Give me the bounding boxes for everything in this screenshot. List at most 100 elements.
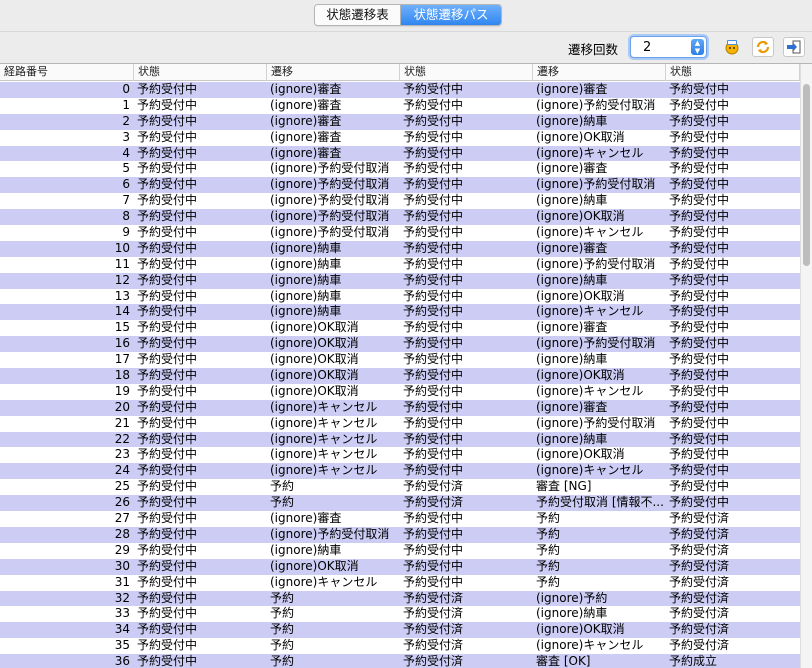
stepper-arrows-icon[interactable]: ▲ ▼: [691, 39, 704, 55]
table-row[interactable]: 12 予約受付中 (ignore)納車 予約受付中 (ignore)納車 予約受付中: [0, 272, 800, 289]
path-number-cell: 19: [114, 383, 130, 398]
path-number-cell: 14: [114, 304, 130, 319]
table-row[interactable]: 19 予約受付中 (ignore)OK取消 予約受付中 (ignore)キャンセル 予約受…: [0, 384, 800, 400]
table-row[interactable]: 6 予約受付中 (ignore)予約受付取消 予約受付中 (ignore)予約受付取消予…: [0, 177, 800, 194]
column-header-state-3[interactable]: 状態: [666, 64, 800, 81]
table-row[interactable]: 29 予約受付中 (ignore)納車 予約受付中 予約 予約受付済: [0, 543, 800, 559]
transition-cell: (ignore)審査: [270, 511, 342, 526]
state-cell: 予約受付中: [403, 272, 464, 287]
transition-cell: (ignore)予約受付取消: [536, 415, 656, 430]
state-cell: 予約受付済: [403, 590, 464, 605]
column-header-transition-2[interactable]: 遷移: [533, 64, 666, 81]
table-row[interactable]: 14 予約受付中 (ignore)納車 予約受付中 (ignore)キャンセル 予約受付中: [0, 304, 800, 321]
transition-count-label: 遷移回数: [568, 42, 619, 57]
table-row[interactable]: 16 予約受付中 (ignore)OK取消 予約受付中 (ignore)予約受付取消 予約…: [0, 336, 800, 353]
transition-cell: 予約: [536, 526, 561, 541]
transition-cell: (ignore)キャンセル: [536, 145, 644, 160]
table-row[interactable]: 30 予約受付中 (ignore)OK取消 予約受付中 予約 予約受付済: [0, 558, 800, 575]
table-row[interactable]: 20 予約受付中 (ignore)キャンセル 予約受付中 (ignore)審査 予約受付中: [0, 399, 800, 416]
table-row[interactable]: 2 予約受付中 (ignore)審査 予約受付中 (ignore)納車 予約受付中: [0, 113, 800, 130]
export-icon[interactable]: [783, 37, 805, 57]
state-cell: 予約受付中: [137, 304, 198, 319]
state-cell: 予約受付中: [669, 256, 730, 271]
table-row[interactable]: 36 予約受付中 予約 予約受付済 審査 [OK] 予約成立: [0, 654, 800, 668]
debug-icon[interactable]: [721, 37, 743, 57]
table-row[interactable]: 22 予約受付中 (ignore)キャンセル 予約受付中 (ignore)納車 予約受付中: [0, 431, 800, 448]
table-row[interactable]: 34 予約受付中 予約 予約受付済 (ignore)OK取消 予約受付済: [0, 622, 800, 639]
state-cell: 予約受付中: [669, 240, 730, 255]
transition-cell: (ignore)納車: [270, 272, 342, 287]
state-cell: 予約受付済: [403, 479, 464, 494]
state-cell: 予約受付中: [403, 368, 464, 383]
transition-cell: (ignore)審査: [270, 82, 342, 96]
table-row[interactable]: 1 予約受付中 (ignore)審査 予約受付中 (ignore)予約受付取消 予約受付中: [0, 98, 800, 114]
state-cell: 予約受付中: [403, 129, 464, 144]
table-row[interactable]: 11 予約受付中 (ignore)納車 予約受付中 (ignore)予約受付取消 予約受付…: [0, 257, 800, 273]
table-row[interactable]: 32 予約受付中 予約 予約受付済 (ignore)予約 予約受付済: [0, 590, 800, 607]
state-cell: 予約受付中: [137, 82, 198, 96]
scrollbar-thumb[interactable]: [803, 84, 810, 266]
transition-cell: (ignore)キャンセル: [270, 574, 378, 589]
table-row[interactable]: 28 予約受付中 (ignore)予約受付取消 予約受付中 予約 予約受付済: [0, 526, 800, 543]
table-row[interactable]: 0 予約受付中 (ignore)審査 予約受付中 (ignore)審査 予約受付中: [0, 82, 800, 98]
transition-cell: (ignore)OK取消: [270, 368, 359, 383]
refresh-icon[interactable]: [752, 37, 774, 57]
table-row[interactable]: 18 予約受付中 (ignore)OK取消 予約受付中 (ignore)OK取消 予約受付…: [0, 368, 800, 384]
table-row[interactable]: 23 予約受付中 (ignore)キャンセル 予約受付中 (ignore)OK取消 予約受…: [0, 447, 800, 463]
path-number-cell: 10: [114, 240, 130, 255]
column-header-path-number[interactable]: 経路番号: [0, 64, 134, 81]
path-number-cell: 31: [114, 574, 130, 589]
state-cell: 予約受付中: [403, 209, 464, 224]
transition-cell: (ignore)審査: [270, 97, 342, 112]
column-header-state-1[interactable]: 状態: [134, 64, 267, 81]
path-number-cell: 36: [114, 654, 130, 668]
table-row[interactable]: 25 予約受付中 予約 予約受付済 審査 [NG] 予約受付中: [0, 479, 800, 495]
table-row[interactable]: 9 予約受付中 (ignore)予約受付取消 予約受付中 (ignore)キャンセル 予約…: [0, 225, 800, 241]
table-row[interactable]: 8 予約受付中 (ignore)予約受付取消 予約受付中 (ignore)OK取消 予約受…: [0, 209, 800, 226]
transition-cell: (ignore)予約受付取消: [536, 256, 656, 271]
transition-cell: (ignore)審査: [536, 240, 608, 255]
tab-state-path[interactable]: 状態遷移パス: [401, 5, 501, 25]
state-cell: 予約受付中: [669, 447, 730, 462]
table-row[interactable]: 24 予約受付中 (ignore)キャンセル 予約受付中 (ignore)キャンセル 予約…: [0, 463, 800, 480]
table-row[interactable]: 33 予約受付中 予約 予約受付済 (ignore)納車 予約受付済: [0, 606, 800, 622]
path-number-cell: 35: [114, 638, 130, 653]
table-row[interactable]: 5 予約受付中 (ignore)予約受付取消 予約受付中 (ignore)審査 予約受付中: [0, 161, 800, 177]
state-cell: 予約受付中: [669, 368, 730, 383]
transition-cell: (ignore)審査: [270, 129, 342, 144]
table-row[interactable]: 17 予約受付中 (ignore)OK取消 予約受付中 (ignore)納車 予約受付中: [0, 352, 800, 368]
state-cell: 予約受付中: [403, 383, 464, 398]
column-header-state-2[interactable]: 状態: [400, 64, 533, 81]
state-cell: 予約受付中: [137, 479, 198, 494]
state-cell: 予約受付中: [137, 558, 198, 573]
table-row[interactable]: 35 予約受付中 予約 予約受付済 (ignore)キャンセル 予約受付済: [0, 638, 800, 654]
state-cell: 予約受付中: [403, 256, 464, 271]
path-number-cell: 23: [114, 447, 130, 462]
column-header-transition-1[interactable]: 遷移: [267, 64, 400, 81]
table-row[interactable]: 10 予約受付中 (ignore)納車 予約受付中 (ignore)審査 予約受付中: [0, 240, 800, 257]
state-cell: 予約受付中: [403, 574, 464, 589]
state-cell: 予約受付中: [137, 431, 198, 446]
state-cell: 予約受付中: [669, 82, 730, 96]
path-number-cell: 24: [114, 463, 130, 478]
tab-state-table[interactable]: 状態遷移表: [315, 5, 401, 25]
table-row[interactable]: 7 予約受付中 (ignore)予約受付取消 予約受付中 (ignore)納車 予約受付中: [0, 193, 800, 209]
table-row[interactable]: 27 予約受付中 (ignore)審査 予約受付中 予約 予約受付済: [0, 511, 800, 527]
vertical-scrollbar[interactable]: [800, 64, 812, 668]
table-row[interactable]: 4 予約受付中 (ignore)審査 予約受付中 (ignore)キャンセル 予約受付中: [0, 145, 800, 162]
table-row[interactable]: 26 予約受付中 予約 予約受付済 予約受付取消 [情報不... 予約受付中: [0, 495, 800, 512]
state-cell: 予約受付中: [669, 495, 730, 510]
transition-cell: (ignore)審査: [270, 113, 342, 128]
table-row[interactable]: 21 予約受付中 (ignore)キャンセル 予約受付中 (ignore)予約受付取消予…: [0, 416, 800, 432]
transition-cell: (ignore)予約受付取消: [536, 177, 656, 192]
state-cell: 予約受付中: [137, 399, 198, 414]
table-row[interactable]: 31 予約受付中 (ignore)キャンセル 予約受付中 予約 予約受付済: [0, 575, 800, 591]
state-cell: 予約受付中: [137, 113, 198, 128]
state-cell: 予約受付中: [669, 288, 730, 303]
transition-count-stepper[interactable]: 2 ▲ ▼: [630, 36, 707, 58]
path-number-cell: 22: [114, 431, 130, 446]
table-row[interactable]: 15 予約受付中 (ignore)OK取消 予約受付中 (ignore)審査 予約受付中: [0, 320, 800, 336]
table-row[interactable]: 3 予約受付中 (ignore)審査 予約受付中 (ignore)OK取消 予約受付中: [0, 130, 800, 146]
path-number-cell: 21: [114, 415, 130, 430]
table-row[interactable]: 13 予約受付中 (ignore)納車 予約受付中 (ignore)OK取消 予約受付中: [0, 289, 800, 305]
